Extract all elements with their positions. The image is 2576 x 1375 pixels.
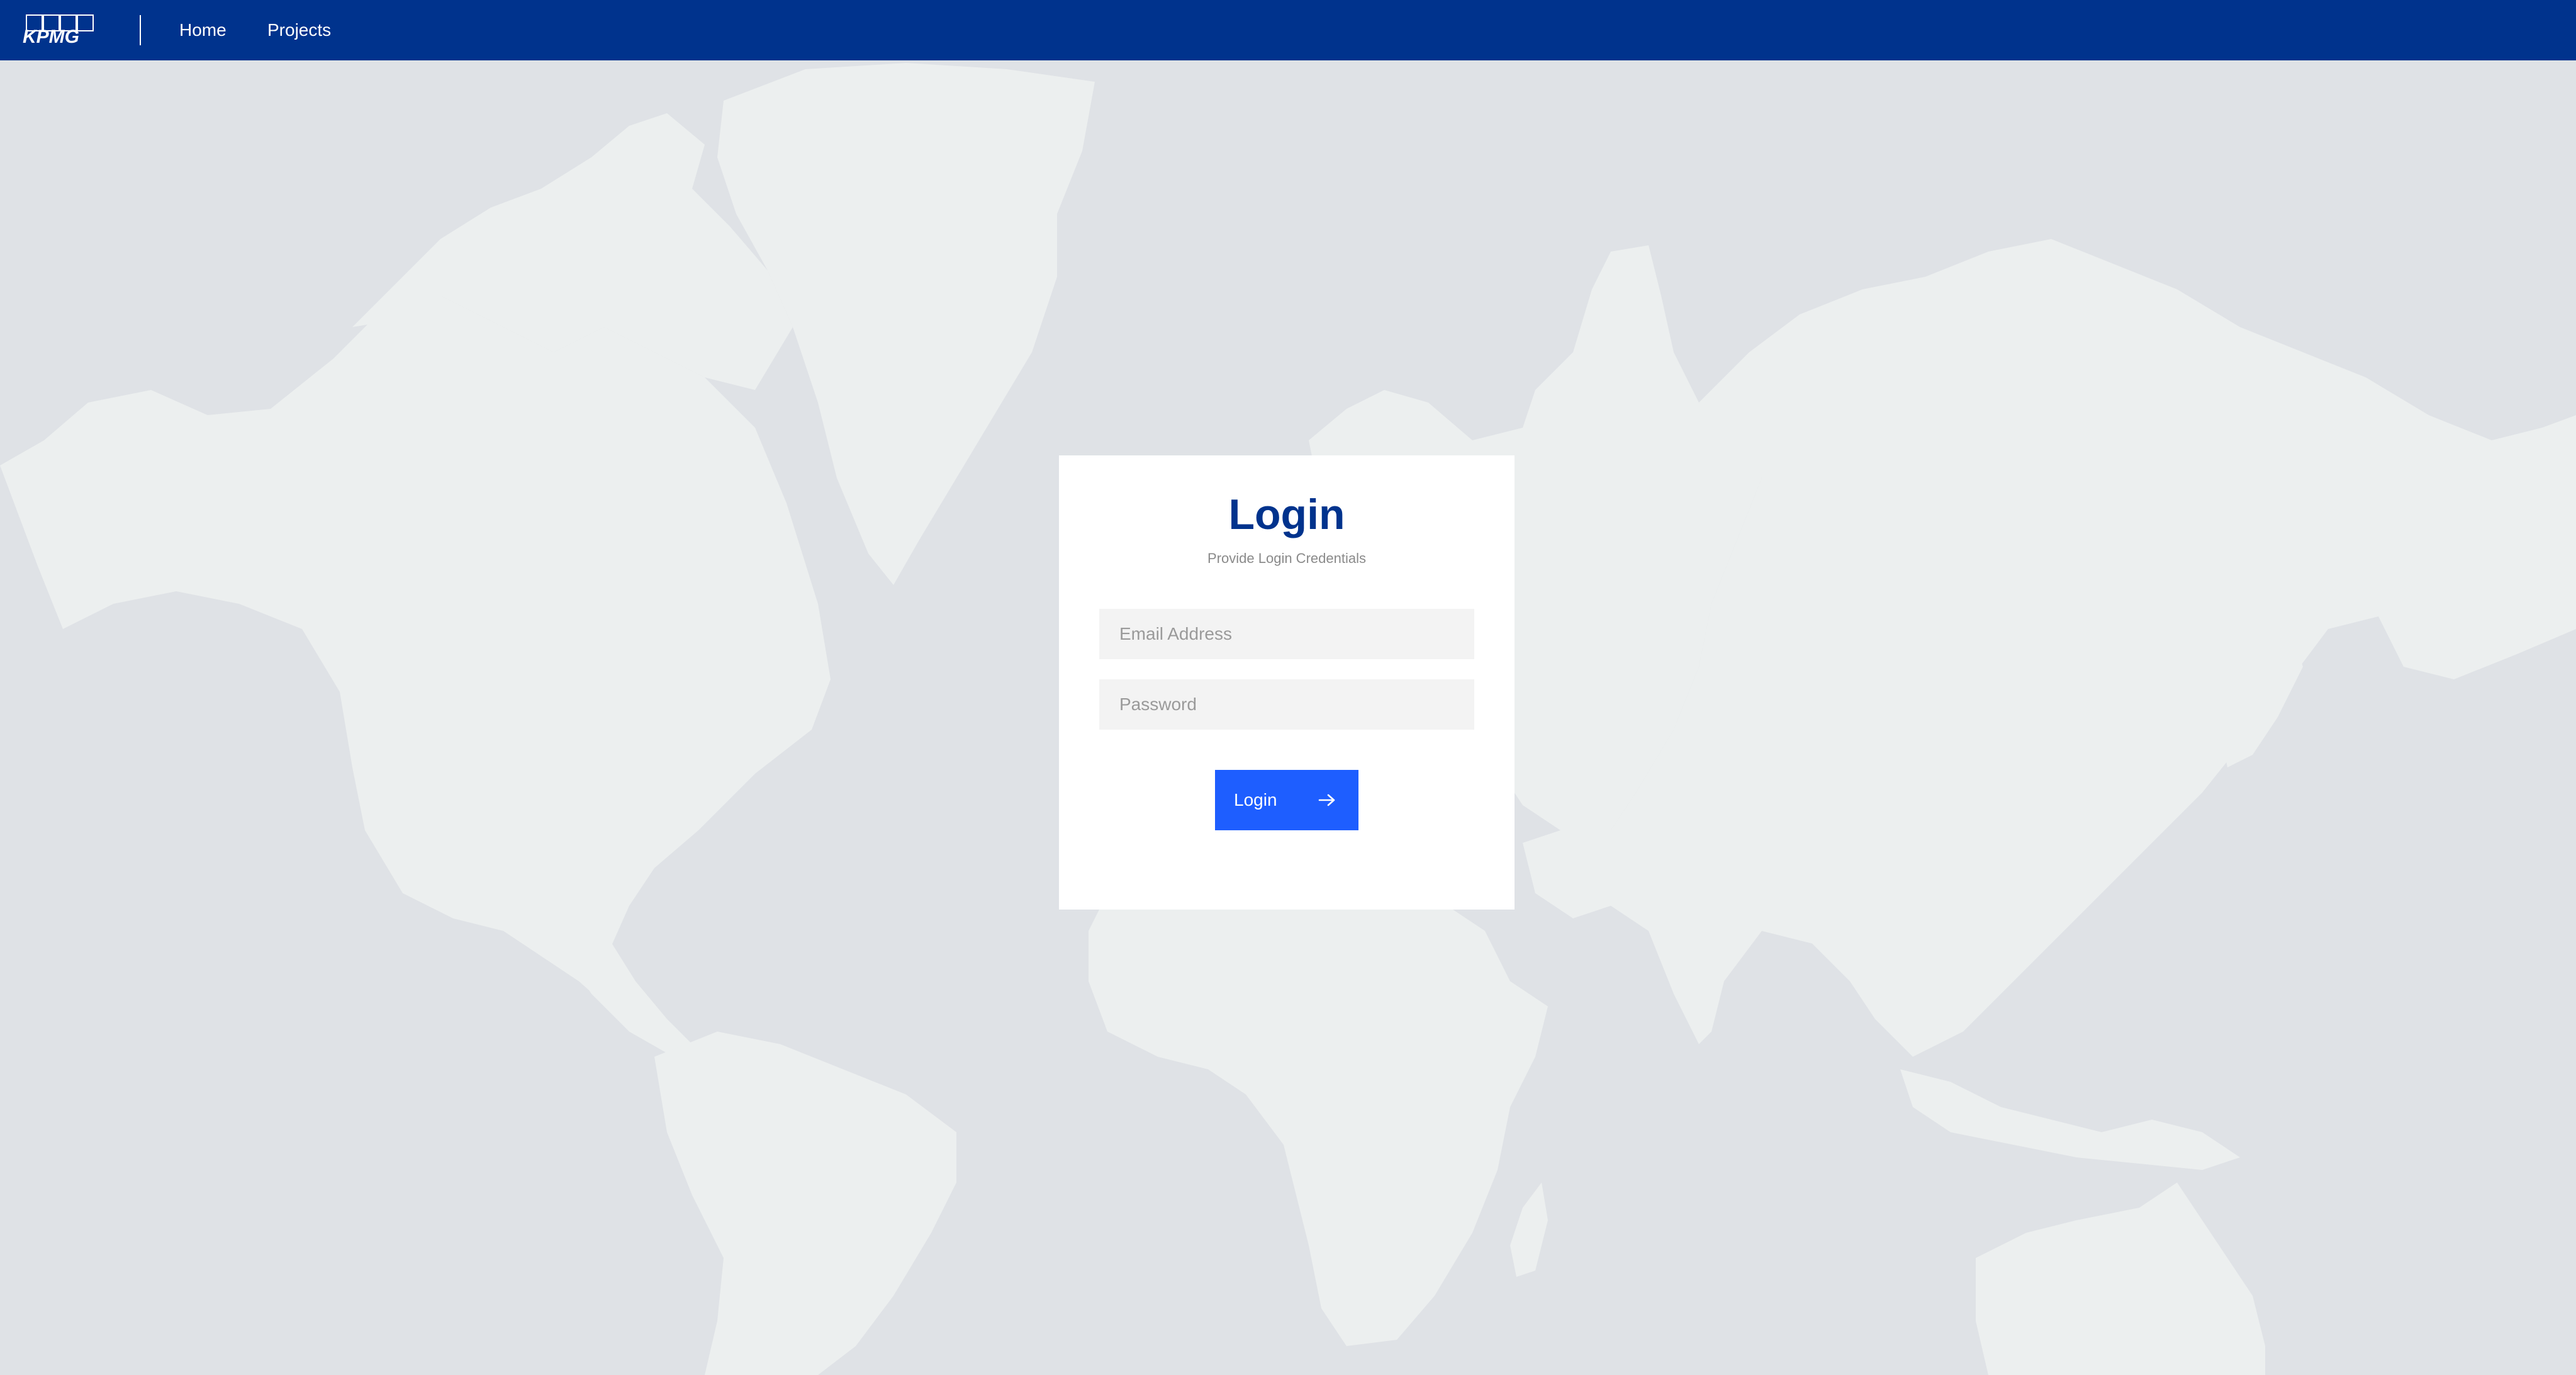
email-field[interactable] <box>1099 609 1474 659</box>
top-navigation-bar: KPMG Home Projects <box>0 0 2576 60</box>
australia-landmass <box>1976 1183 2265 1375</box>
login-title: Login <box>1228 491 1345 538</box>
central-america-landmass <box>554 906 692 1057</box>
nav-link-projects[interactable]: Projects <box>267 19 331 42</box>
login-button[interactable]: Login <box>1215 770 1358 830</box>
login-subtitle: Provide Login Credentials <box>1207 550 1366 566</box>
nav-divider <box>140 15 141 45</box>
login-button-label: Login <box>1234 790 1277 810</box>
login-card: Login Provide Login Credentials Login <box>1059 455 1515 910</box>
arrow-right-icon <box>1318 794 1335 806</box>
kpmg-logo[interactable]: KPMG <box>23 14 97 45</box>
nav-link-home[interactable]: Home <box>179 19 227 42</box>
africa-landmass <box>1089 868 1548 1346</box>
madagascar-landmass <box>1510 1183 1548 1277</box>
north-america-landmass <box>0 296 831 1050</box>
south-america-landmass <box>654 1032 956 1375</box>
logo-text: KPMG <box>23 26 79 45</box>
password-field[interactable] <box>1099 679 1474 730</box>
southeast-asia-islands-landmass <box>1900 1069 2240 1170</box>
